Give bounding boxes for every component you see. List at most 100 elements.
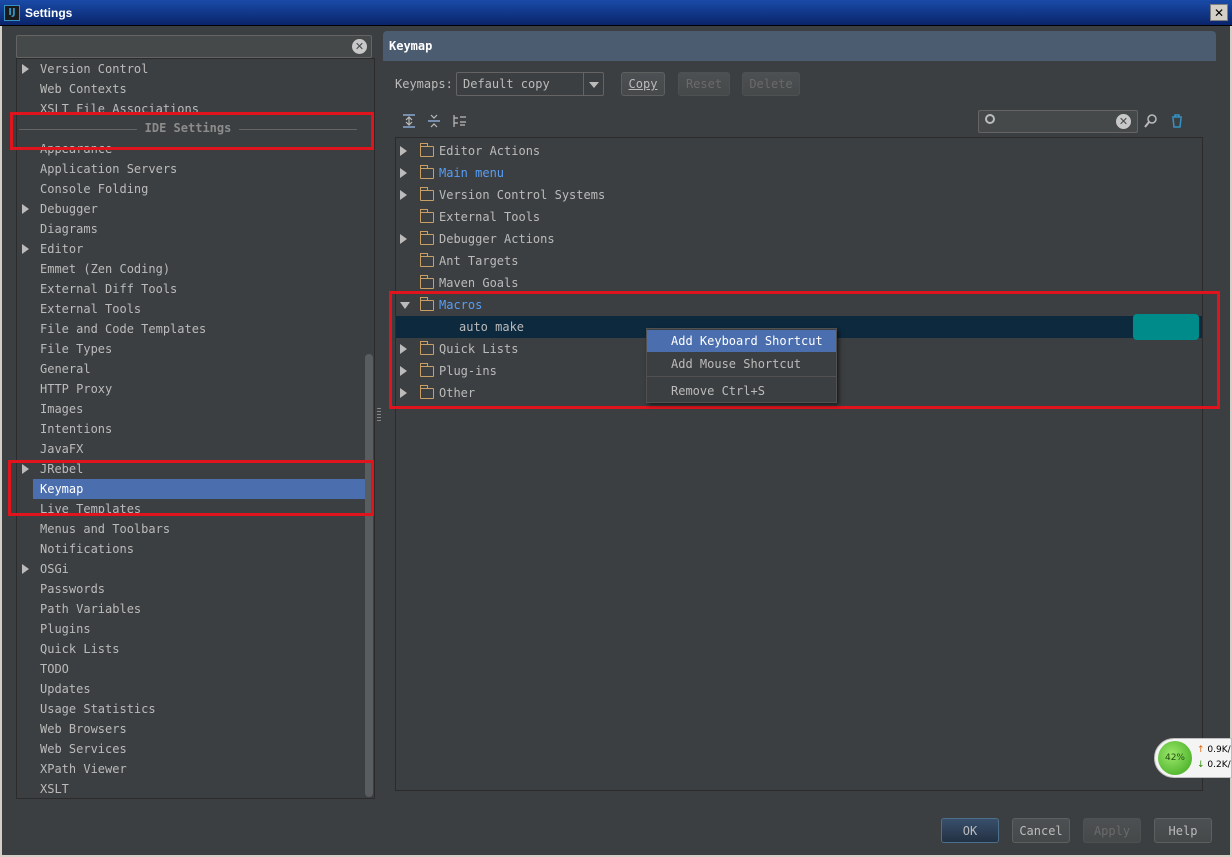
add-mouse-shortcut-item[interactable]: Add Mouse Shortcut (647, 353, 836, 375)
apply-button[interactable]: Apply (1083, 818, 1141, 843)
sidebar-item[interactable]: Intentions (17, 419, 357, 439)
cancel-button[interactable]: Cancel (1012, 818, 1070, 843)
keymaps-label: Keymaps: (395, 77, 453, 91)
sidebar-item[interactable]: Usage Statistics (17, 699, 357, 719)
sidebar-item[interactable]: JRebel (17, 459, 357, 479)
chevron-right-icon[interactable] (400, 366, 407, 376)
action-label: Editor Actions (439, 144, 541, 158)
expand-all-icon[interactable] (401, 113, 417, 129)
action-group-row[interactable]: Main menu (396, 162, 1202, 184)
chevron-right-icon[interactable] (400, 168, 407, 178)
sidebar-item[interactable]: HTTP Proxy (17, 379, 357, 399)
keymap-select[interactable]: Default copy (456, 72, 604, 96)
copy-button[interactable]: Copy (621, 72, 665, 96)
sidebar-item[interactable]: Web Contexts (17, 79, 357, 99)
chevron-down-icon[interactable] (400, 302, 410, 309)
sidebar-item-label: Console Folding (40, 182, 149, 196)
sidebar-item[interactable]: Notifications (17, 539, 357, 559)
sidebar-item[interactable]: Debugger (17, 199, 357, 219)
clear-search-icon[interactable]: ✕ (352, 39, 367, 54)
find-shortcut-icon[interactable] (1143, 113, 1159, 129)
sidebar-item[interactable]: JavaFX (17, 439, 357, 459)
sidebar-item[interactable]: Path Variables (17, 599, 357, 619)
chevron-down-icon[interactable] (583, 73, 603, 95)
settings-tree-scrollbar[interactable] (365, 354, 373, 797)
shortcut-context-menu: Add Keyboard Shortcut Add Mouse Shortcut… (646, 328, 837, 403)
sidebar-item[interactable]: Live Templates (17, 499, 357, 519)
sidebar-item[interactable]: Diagrams (17, 219, 357, 239)
help-button[interactable]: Help (1154, 818, 1212, 843)
chevron-right-icon[interactable] (400, 234, 407, 244)
clear-search-icon[interactable]: ✕ (1116, 114, 1131, 129)
ide-settings-separator: IDE Settings (17, 119, 357, 141)
sidebar-item-label: Menus and Toolbars (40, 522, 171, 536)
action-label: Main menu (439, 166, 505, 180)
sidebar-item[interactable]: Console Folding (17, 179, 357, 199)
sidebar-item[interactable]: Application Servers (17, 159, 357, 179)
chevron-right-icon[interactable] (22, 464, 29, 474)
sidebar-item[interactable]: XSLT File Associations (17, 99, 357, 119)
keymap-search-input[interactable]: ✕ (978, 110, 1138, 133)
sidebar-item[interactable]: File Types (17, 339, 357, 359)
sidebar-item[interactable]: Appearance (17, 139, 357, 159)
sidebar-item[interactable]: OSGi (17, 559, 357, 579)
sidebar-item[interactable]: TODO (17, 659, 357, 679)
sidebar-item[interactable]: External Diff Tools (17, 279, 357, 299)
chevron-right-icon[interactable] (400, 190, 407, 200)
ok-button[interactable]: OK (941, 818, 999, 843)
sidebar-item[interactable]: Editor (17, 239, 357, 259)
settings-tree[interactable]: Version Control Web Contexts XSLT File Ass… (16, 58, 375, 799)
chevron-right-icon[interactable] (400, 146, 407, 156)
remove-shortcut-item[interactable]: Remove Ctrl+S (647, 380, 836, 402)
sidebar-item[interactable]: Menus and Toolbars (17, 519, 357, 539)
action-group-row[interactable]: Debugger Actions (396, 228, 1202, 250)
sidebar-item[interactable]: XSLT (17, 779, 357, 798)
sidebar-item[interactable]: Emmet (Zen Coding) (17, 259, 357, 279)
sidebar-item[interactable]: Passwords (17, 579, 357, 599)
collapse-all-icon[interactable] (426, 113, 442, 129)
action-group-row[interactable]: External Tools (396, 206, 1202, 228)
delete-button[interactable]: Delete (742, 72, 800, 96)
chevron-right-icon[interactable] (22, 564, 29, 574)
sidebar-item[interactable]: External Tools (17, 299, 357, 319)
sidebar-item[interactable]: File and Code Templates (17, 319, 357, 339)
action-group-row[interactable]: Maven Goals (396, 272, 1202, 294)
chevron-right-icon[interactable] (22, 204, 29, 214)
sidebar-item-label: Images (40, 402, 84, 416)
sidebar-item[interactable]: Quick Lists (17, 639, 357, 659)
keymap-action-tree[interactable]: Editor Actions Main menu Version Control S… (395, 137, 1203, 791)
show-as-tree-icon[interactable] (451, 113, 467, 129)
sidebar-item[interactable]: Web Services (17, 739, 357, 759)
chevron-right-icon[interactable] (400, 388, 407, 398)
reset-button[interactable]: Reset (678, 72, 730, 96)
sidebar-item[interactable]: XPath Viewer (17, 759, 357, 779)
sidebar-item[interactable]: Plugins (17, 619, 357, 639)
action-group-row[interactable]: Ant Targets (396, 250, 1202, 272)
sidebar-item-label: Updates (40, 682, 91, 696)
sidebar-item[interactable]: Version Control (17, 59, 357, 79)
sidebar-item-label: Quick Lists (40, 642, 120, 656)
sidebar-item-label: HTTP Proxy (40, 382, 113, 396)
sidebar-item-label: Plugins (40, 622, 91, 636)
action-group-row[interactable]: Version Control Systems (396, 184, 1202, 206)
panel-splitter[interactable] (377, 408, 381, 422)
sidebar-item[interactable]: Keymap (33, 479, 373, 499)
sidebar-item[interactable]: Web Browsers (17, 719, 357, 739)
sidebar-item-label: Live Templates (40, 502, 142, 516)
chevron-right-icon[interactable] (400, 344, 407, 354)
add-keyboard-shortcut-item[interactable]: Add Keyboard Shortcut (647, 330, 836, 352)
keymap-title: Keymap (389, 39, 433, 53)
action-group-row[interactable]: Editor Actions (396, 140, 1202, 162)
close-icon[interactable]: ✕ (1210, 4, 1228, 21)
sidebar-item-label: Appearance (40, 142, 113, 156)
sidebar-item[interactable]: Images (17, 399, 357, 419)
action-group-row[interactable]: Macros (396, 294, 1202, 316)
sidebar-item[interactable]: Updates (17, 679, 357, 699)
chevron-right-icon[interactable] (22, 64, 29, 74)
sidebar-item[interactable]: General (17, 359, 357, 379)
keymap-select-value: Default copy (463, 77, 550, 91)
sidebar-item-label: XPath Viewer (40, 762, 127, 776)
chevron-right-icon[interactable] (22, 244, 29, 254)
settings-search-input[interactable]: ✕ (16, 35, 372, 58)
clear-filter-trash-icon[interactable] (1169, 113, 1185, 129)
